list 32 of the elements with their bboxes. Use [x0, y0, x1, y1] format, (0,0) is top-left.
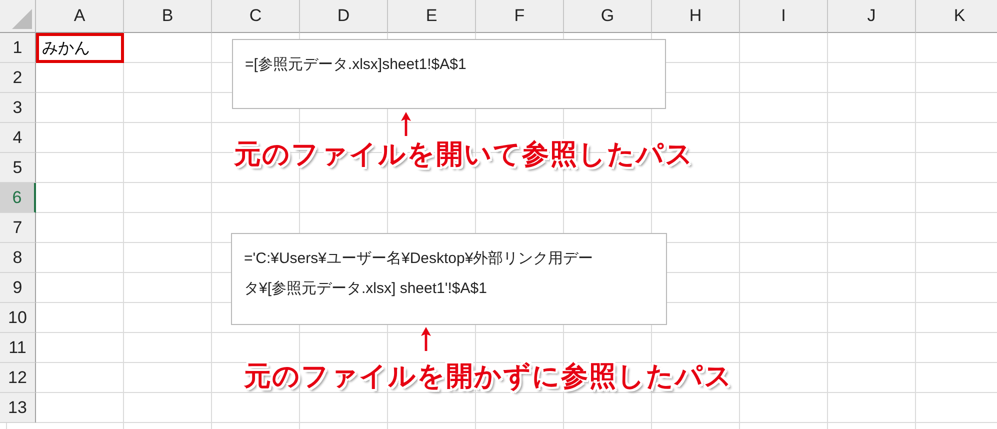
- table-cell: みかん: [36, 33, 124, 63]
- column-header[interactable]: A: [36, 0, 124, 33]
- row-header[interactable]: 1: [0, 33, 36, 63]
- formula-text-box: =[参照元データ.xlsx]sheet1!$A$1: [232, 39, 666, 109]
- column-header[interactable]: F: [476, 0, 564, 33]
- column-header[interactable]: G: [564, 0, 652, 33]
- row-header[interactable]: 10: [0, 303, 36, 333]
- column-header[interactable]: C: [212, 0, 300, 33]
- column-header[interactable]: E: [388, 0, 476, 33]
- column-header[interactable]: D: [300, 0, 388, 33]
- row-header[interactable]: 2: [0, 63, 36, 93]
- annotation-caption: 元のファイルを開いて参照したパス: [234, 138, 694, 171]
- row-header[interactable]: 3: [0, 93, 36, 123]
- row-header[interactable]: 12: [0, 363, 36, 393]
- column-header[interactable]: I: [740, 0, 828, 33]
- row-header[interactable]: 5: [0, 153, 36, 183]
- row-header[interactable]: 8: [0, 243, 36, 273]
- formula-text-box: ='C:¥Users¥ユーザー名¥Desktop¥外部リンク用データ¥[参照元データ.xlsx] sheet1'!$A$1: [231, 233, 667, 325]
- annotation-caption: 元のファイルを開かずに参照したパス: [244, 360, 733, 393]
- row-header[interactable]: 13: [0, 393, 36, 423]
- column-header[interactable]: H: [652, 0, 740, 33]
- up-arrow: [420, 326, 432, 351]
- row-header[interactable]: 7: [0, 213, 36, 243]
- select-all-corner[interactable]: [0, 0, 36, 33]
- up-arrow: [400, 111, 412, 136]
- row-header[interactable]: 6: [0, 183, 36, 213]
- column-header[interactable]: J: [828, 0, 916, 33]
- row-header[interactable]: 4: [0, 123, 36, 153]
- row-header[interactable]: 9: [0, 273, 36, 303]
- row-header[interactable]: 11: [0, 333, 36, 363]
- column-header[interactable]: K: [916, 0, 997, 33]
- column-header[interactable]: B: [124, 0, 212, 33]
